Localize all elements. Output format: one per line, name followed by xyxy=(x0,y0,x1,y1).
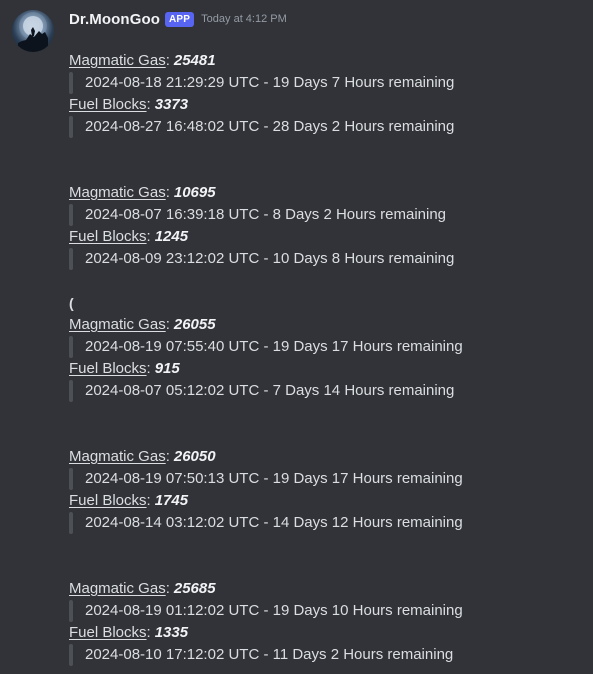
separator-colon: : xyxy=(146,228,151,245)
gas-line: Magmatic Gas: 25481 xyxy=(69,50,584,72)
fuel-detail-quote: 2024-08-07 05:12:02 UTC - 7 Days 14 Hour… xyxy=(69,380,584,402)
gas-detail: 2024-08-19 07:55:40 UTC - 19 Days 17 Hou… xyxy=(85,338,463,355)
fuel-detail-quote: 2024-08-09 23:12:02 UTC - 10 Days 8 Hour… xyxy=(69,248,584,270)
gas-value: 26050 xyxy=(173,448,216,465)
gas-label[interactable]: Magmatic Gas xyxy=(69,446,166,468)
quote-bar xyxy=(69,380,73,402)
fuel-label[interactable]: Fuel Blocks xyxy=(69,94,147,116)
quote-bar xyxy=(69,600,73,622)
gas-detail-quote: 2024-08-07 16:39:18 UTC - 8 Days 2 Hours… xyxy=(69,204,584,226)
quote-bar xyxy=(69,468,73,490)
gas-detail-quote: 2024-08-18 21:29:29 UTC - 19 Days 7 Hour… xyxy=(69,72,584,94)
separator-colon: : xyxy=(165,316,170,333)
fuel-label[interactable]: Fuel Blocks xyxy=(69,226,147,248)
gas-label[interactable]: Magmatic Gas xyxy=(69,314,166,336)
avatar[interactable] xyxy=(12,10,54,52)
gas-detail: 2024-08-07 16:39:18 UTC - 8 Days 2 Hours… xyxy=(85,206,447,223)
gas-detail-quote: 2024-08-19 07:50:13 UTC - 19 Days 17 Hou… xyxy=(69,468,584,490)
gas-label[interactable]: Magmatic Gas xyxy=(69,50,166,72)
fuel-line: Fuel Blocks: 1745 xyxy=(69,490,584,512)
gas-detail-quote: 2024-08-19 07:55:40 UTC - 19 Days 17 Hou… xyxy=(69,336,584,358)
quote-bar xyxy=(69,336,73,358)
separator-colon: : xyxy=(165,52,170,69)
gas-value: 26055 xyxy=(173,316,216,333)
gas-label[interactable]: Magmatic Gas xyxy=(69,182,166,204)
app-badge: APP xyxy=(165,11,195,27)
fuel-line: Fuel Blocks: 3373 xyxy=(69,94,584,116)
quote-bar xyxy=(69,644,73,666)
fuel-value: 1745 xyxy=(154,492,189,509)
fuel-value: 1245 xyxy=(154,228,189,245)
quote-bar xyxy=(69,116,73,138)
gas-detail-quote: 2024-08-19 01:12:02 UTC - 19 Days 10 Hou… xyxy=(69,600,584,622)
fuel-detail-quote: 2024-08-10 17:12:02 UTC - 11 Days 2 Hour… xyxy=(69,644,584,666)
quote-bar xyxy=(69,204,73,226)
fuel-label[interactable]: Fuel Blocks xyxy=(69,358,147,380)
gas-line: Magmatic Gas: 26050 xyxy=(69,446,584,468)
fuel-label[interactable]: Fuel Blocks xyxy=(69,490,147,512)
gas-detail: 2024-08-18 21:29:29 UTC - 19 Days 7 Hour… xyxy=(85,74,455,91)
quote-bar xyxy=(69,248,73,270)
bot-message: Dr.MoonGoo APP Today at 4:12 PM Magmatic… xyxy=(0,0,593,674)
fuel-line: Fuel Blocks: 1335 xyxy=(69,622,584,644)
fuel-label[interactable]: Fuel Blocks xyxy=(69,622,147,644)
separator-colon: : xyxy=(165,184,170,201)
fuel-value: 1335 xyxy=(154,624,189,641)
fuel-detail: 2024-08-27 16:48:02 UTC - 28 Days 2 Hour… xyxy=(85,118,455,135)
gas-value: 10695 xyxy=(173,184,216,201)
quote-bar xyxy=(69,512,73,534)
separator-colon: : xyxy=(165,580,170,597)
separator-colon: : xyxy=(165,448,170,465)
message-header: Dr.MoonGoo APP Today at 4:12 PM xyxy=(69,8,287,30)
separator-colon: : xyxy=(146,624,151,641)
fuel-detail-quote: 2024-08-27 16:48:02 UTC - 28 Days 2 Hour… xyxy=(69,116,584,138)
gas-value: 25685 xyxy=(173,580,216,597)
stray-glyph: ( xyxy=(69,295,74,311)
gas-line: Magmatic Gas: 25685 xyxy=(69,578,584,600)
fuel-detail: 2024-08-14 03:12:02 UTC - 14 Days 12 Hou… xyxy=(85,514,463,531)
author-name[interactable]: Dr.MoonGoo xyxy=(69,11,160,28)
message-content: Magmatic Gas: 25481 2024-08-18 21:29:29 … xyxy=(69,50,584,666)
fuel-detail: 2024-08-10 17:12:02 UTC - 11 Days 2 Hour… xyxy=(85,646,454,663)
fuel-line: Fuel Blocks: 915 xyxy=(69,358,584,380)
gas-detail: 2024-08-19 07:50:13 UTC - 19 Days 17 Hou… xyxy=(85,470,463,487)
quote-bar xyxy=(69,72,73,94)
fuel-value: 3373 xyxy=(154,96,189,113)
fuel-detail-quote: 2024-08-14 03:12:02 UTC - 14 Days 12 Hou… xyxy=(69,512,584,534)
fuel-line: Fuel Blocks: 1245 xyxy=(69,226,584,248)
fuel-value: 915 xyxy=(154,360,180,377)
gas-value: 25481 xyxy=(173,52,216,69)
fuel-detail: 2024-08-07 05:12:02 UTC - 7 Days 14 Hour… xyxy=(85,382,455,399)
gas-line: Magmatic Gas: 26055 xyxy=(69,314,584,336)
separator-colon: : xyxy=(146,492,151,509)
message-timestamp: Today at 4:12 PM xyxy=(201,13,287,25)
separator-colon: : xyxy=(146,96,151,113)
moon-silhouette-avatar-icon xyxy=(18,12,48,52)
gas-line: Magmatic Gas: 10695 xyxy=(69,182,584,204)
fuel-detail: 2024-08-09 23:12:02 UTC - 10 Days 8 Hour… xyxy=(85,250,455,267)
separator-colon: : xyxy=(146,360,151,377)
gas-label[interactable]: Magmatic Gas xyxy=(69,578,166,600)
gas-detail: 2024-08-19 01:12:02 UTC - 19 Days 10 Hou… xyxy=(85,602,463,619)
